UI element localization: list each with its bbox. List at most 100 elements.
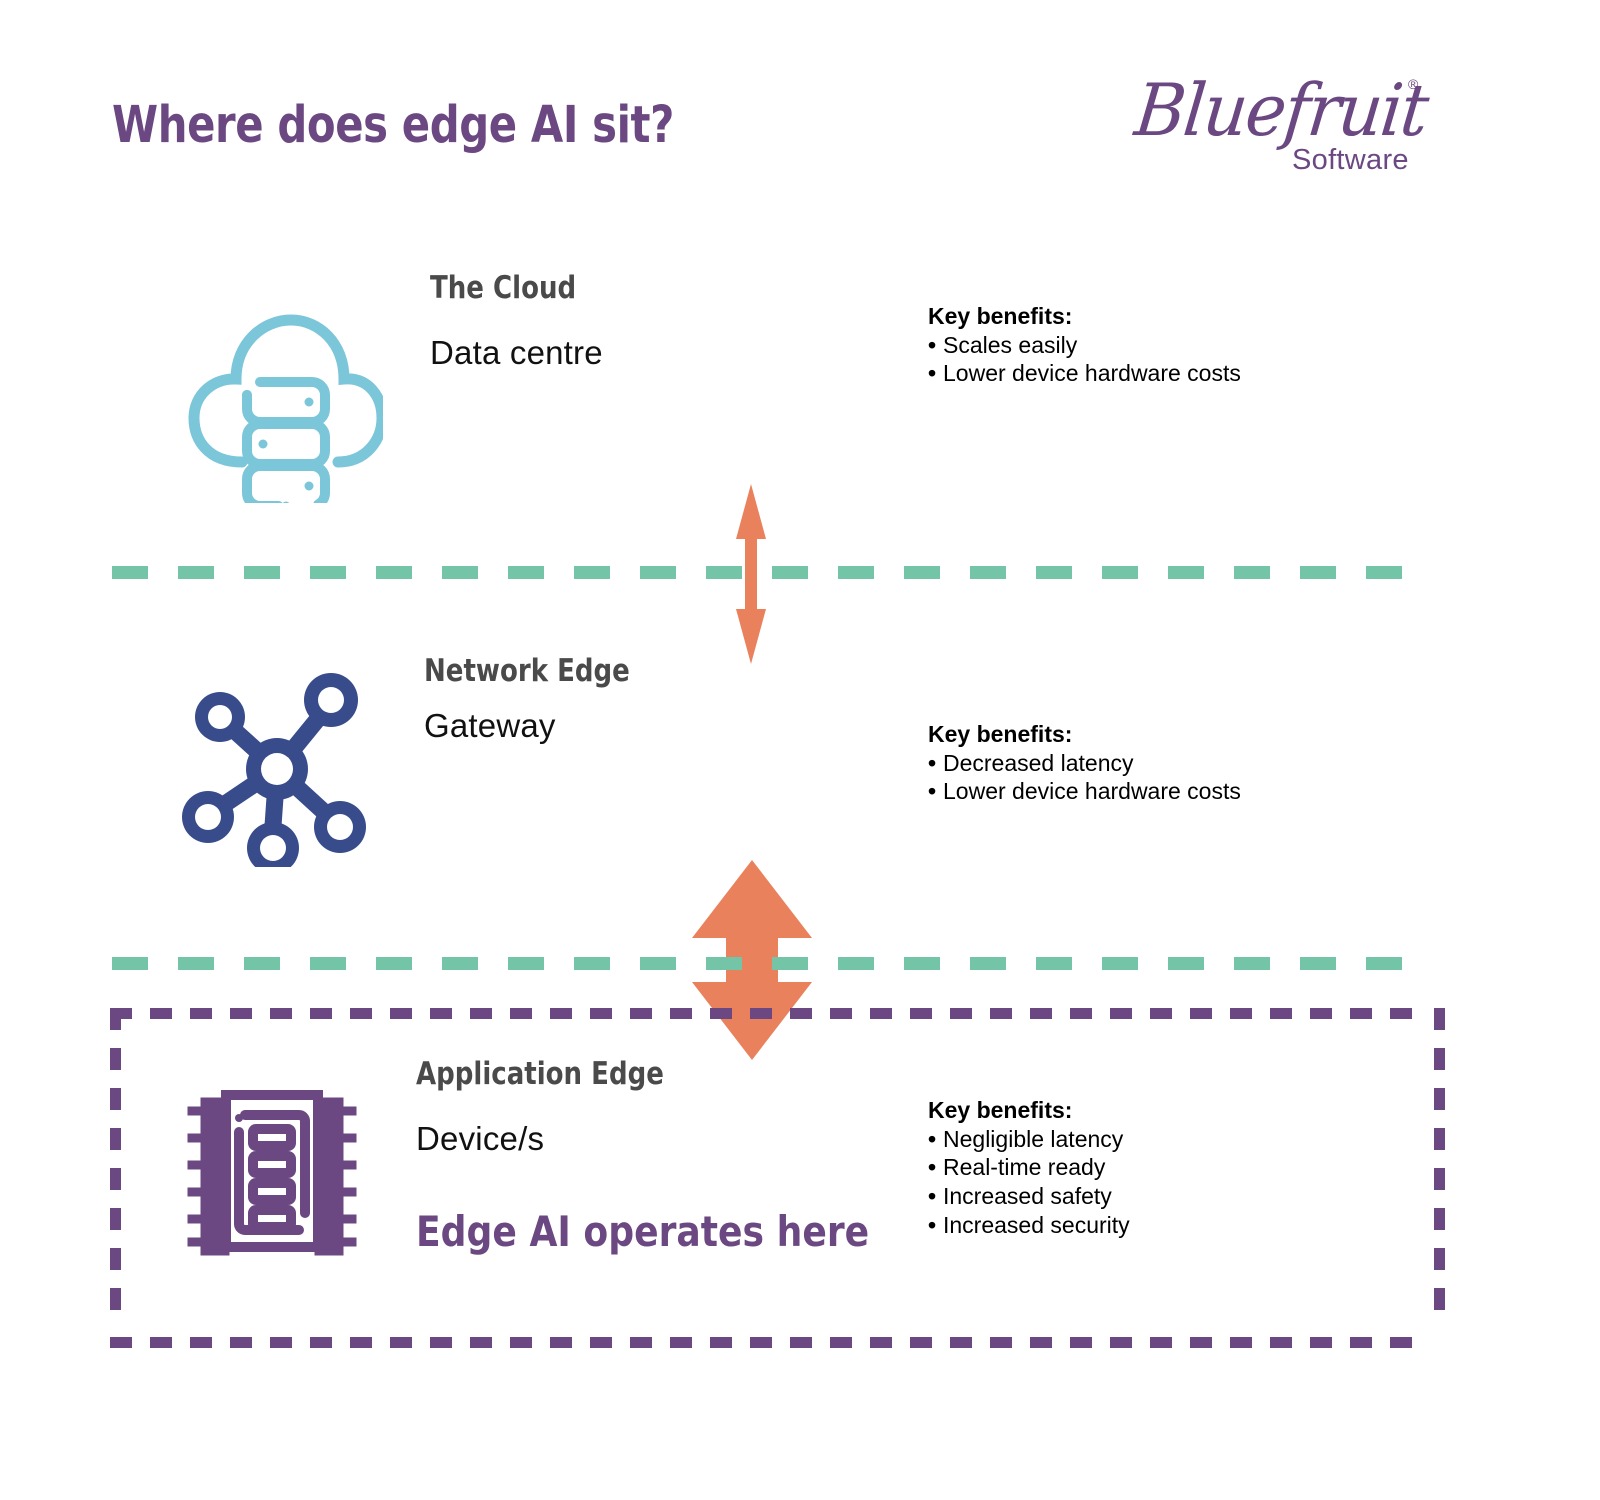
box-dash-segment — [630, 1337, 652, 1348]
box-dash-segment — [390, 1337, 412, 1348]
box-dash-segment — [1434, 1008, 1445, 1030]
box-dash-segment — [190, 1008, 212, 1019]
box-dash-segment — [590, 1337, 612, 1348]
cloud-benefits: Key benefits: Scales easily Lower device… — [928, 302, 1348, 388]
dash-segment — [310, 566, 346, 579]
network-hub-icon — [180, 672, 375, 874]
box-dash-segment — [1190, 1008, 1212, 1019]
network-edge-benefits: Key benefits: Decreased latency Lower de… — [928, 720, 1348, 806]
dash-segment — [1234, 566, 1270, 579]
dash-segment — [178, 566, 214, 579]
logo-wordmark: Bluefruit — [1131, 68, 1432, 152]
box-dash-segment — [430, 1337, 452, 1348]
box-dash-segment — [910, 1008, 932, 1019]
box-dash-segment — [1150, 1337, 1172, 1348]
dash-segment — [376, 566, 412, 579]
box-dash-segment — [110, 1048, 121, 1070]
page-title: Where does edge AI sit? — [112, 96, 674, 155]
box-dash-segment — [1270, 1337, 1292, 1348]
logo-subtitle: Software — [1292, 144, 1409, 176]
box-dash-segment — [950, 1008, 972, 1019]
dash-segment — [640, 957, 676, 970]
dash-segment — [310, 957, 346, 970]
tier-network-edge-subtitle: Gateway — [424, 707, 556, 744]
box-dash-segment — [750, 1008, 772, 1019]
box-dash-segment — [470, 1008, 492, 1019]
cloud-benefits-title: Key benefits: — [928, 303, 1073, 329]
tier-network-edge-heading: Network Edge — [424, 653, 630, 689]
dash-segment — [112, 957, 148, 970]
tier-application-edge-subtitle: Device/s — [416, 1120, 545, 1157]
box-dash-segment — [1070, 1008, 1092, 1019]
list-item: Increased security — [928, 1211, 1348, 1240]
box-dash-segment — [110, 1128, 121, 1150]
dash-segment — [1366, 566, 1402, 579]
box-dash-segment — [390, 1008, 412, 1019]
list-item: Increased safety — [928, 1182, 1348, 1211]
box-dash-segment — [1030, 1008, 1052, 1019]
box-dash-segment — [230, 1008, 252, 1019]
dash-segment — [904, 566, 940, 579]
dash-segment — [508, 566, 544, 579]
box-dash-segment — [470, 1337, 492, 1348]
dash-segment — [442, 566, 478, 579]
dash-segment — [838, 566, 874, 579]
box-dash-segment — [830, 1008, 852, 1019]
box-dash-segment — [670, 1337, 692, 1348]
box-dash-segment — [1434, 1248, 1445, 1270]
box-dash-segment — [150, 1008, 172, 1019]
box-dash-segment — [1230, 1008, 1252, 1019]
box-dash-segment — [1190, 1337, 1212, 1348]
dash-segment — [508, 957, 544, 970]
box-dash-segment — [270, 1008, 292, 1019]
dash-segment — [772, 957, 808, 970]
dash-segment — [1168, 566, 1204, 579]
dash-segment — [1168, 957, 1204, 970]
box-dash-segment — [550, 1337, 572, 1348]
box-dash-segment — [1310, 1008, 1332, 1019]
box-dash-segment — [310, 1337, 332, 1348]
registered-trademark-icon: ® — [1408, 76, 1419, 92]
box-dash-segment — [1270, 1008, 1292, 1019]
box-dash-segment — [110, 1288, 121, 1310]
dash-segment — [178, 957, 214, 970]
dash-segment — [1234, 957, 1270, 970]
dash-segment — [574, 957, 610, 970]
tier-cloud-subtitle: Data centre — [430, 334, 603, 371]
box-dash-segment — [1350, 1337, 1372, 1348]
network-edge-benefits-title: Key benefits: — [928, 721, 1073, 747]
box-dash-segment — [1434, 1288, 1445, 1310]
list-item: Decreased latency — [928, 749, 1348, 778]
dash-segment — [1036, 957, 1072, 970]
list-item: Scales easily — [928, 331, 1348, 360]
network-device-divider — [112, 957, 1462, 970]
box-dash-segment — [510, 1337, 532, 1348]
dash-segment — [1102, 566, 1138, 579]
box-dash-segment — [110, 1248, 121, 1270]
dash-segment — [1036, 566, 1072, 579]
box-dash-segment — [350, 1008, 372, 1019]
box-dash-segment — [1434, 1088, 1445, 1110]
box-dash-segment — [1434, 1048, 1445, 1070]
dash-segment — [904, 957, 940, 970]
box-dash-segment — [1070, 1337, 1092, 1348]
box-dash-segment — [230, 1337, 252, 1348]
box-dash-segment — [950, 1337, 972, 1348]
box-dash-segment — [710, 1008, 732, 1019]
dash-segment — [970, 957, 1006, 970]
box-dash-segment — [870, 1337, 892, 1348]
network-edge-benefits-list: Decreased latency Lower device hardware … — [928, 749, 1348, 807]
infographic-canvas: Where does edge AI sit? Bluefruit ® Soft… — [0, 0, 1600, 1500]
dash-segment — [376, 957, 412, 970]
dash-segment — [442, 957, 478, 970]
application-edge-benefits-title: Key benefits: — [928, 1097, 1073, 1123]
dash-segment — [244, 957, 280, 970]
list-item: Negligible latency — [928, 1125, 1348, 1154]
box-dash-segment — [830, 1337, 852, 1348]
list-item: Real-time ready — [928, 1153, 1348, 1182]
box-dash-segment — [350, 1337, 372, 1348]
dash-segment — [1300, 566, 1336, 579]
box-dash-segment — [1030, 1337, 1052, 1348]
tier-cloud-heading: The Cloud — [430, 270, 577, 306]
box-dash-segment — [1350, 1008, 1372, 1019]
